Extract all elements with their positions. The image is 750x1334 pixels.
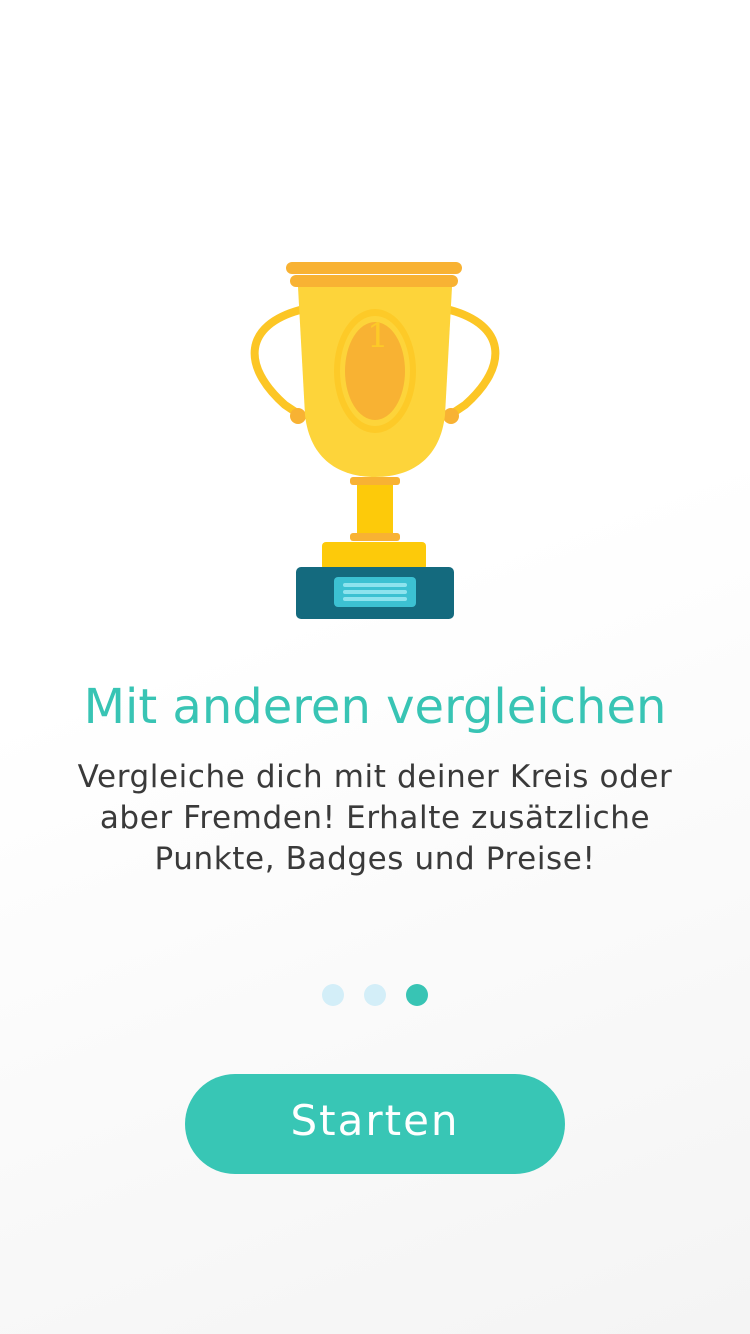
onboarding-title: Mit anderen vergleichen (83, 679, 667, 735)
trophy-illustration: 1 (240, 255, 510, 625)
trophy-badge-number: 1 (367, 316, 389, 356)
page-dot-1[interactable] (322, 984, 344, 1006)
onboarding-screen: 1 Mit anderen vergleichen Vergleiche dic… (0, 0, 750, 1334)
page-indicator (0, 984, 750, 1006)
onboarding-description: Vergleiche dich mit deiner Kreis oder ab… (77, 759, 673, 877)
page-dot-2[interactable] (364, 984, 386, 1006)
trophy-icon: 1 (250, 262, 500, 619)
start-button[interactable]: Starten (185, 1074, 565, 1174)
page-dot-3[interactable] (406, 984, 428, 1006)
